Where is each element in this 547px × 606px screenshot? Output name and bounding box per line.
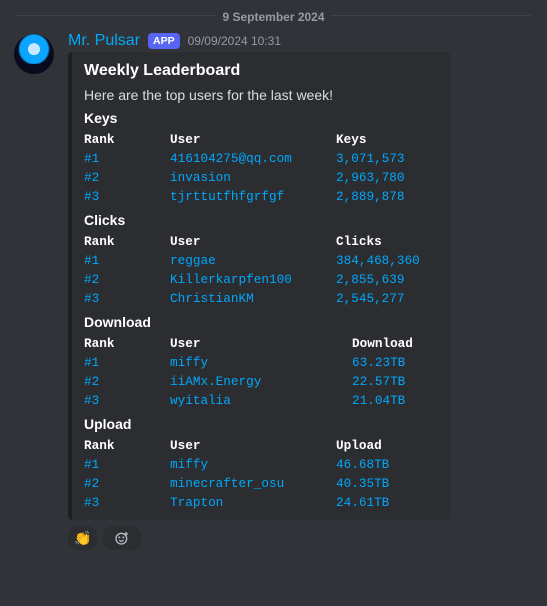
cell-rank: #1: [84, 251, 170, 270]
cell-user[interactable]: minecrafter_osu: [170, 474, 336, 493]
avatar[interactable]: [14, 34, 54, 74]
section-title-upload: Upload: [84, 416, 436, 432]
embed-title: Weekly Leaderboard: [84, 62, 436, 80]
reactions-bar: 👏: [68, 526, 450, 550]
table-upload: Rank User Upload #1 miffy 46.68TB #2 min…: [84, 436, 436, 512]
cell-user[interactable]: reggae: [170, 251, 336, 270]
cell-rank: #3: [84, 391, 170, 410]
table-header: Rank User Clicks: [84, 232, 436, 251]
author-name[interactable]: Mr. Pulsar: [68, 32, 140, 50]
table-keys: Rank User Keys #1 416104275@qq.com 3,071…: [84, 130, 436, 206]
section-title-clicks: Clicks: [84, 212, 436, 228]
cell-rank: #2: [84, 168, 170, 187]
cell-user[interactable]: invasion: [170, 168, 336, 187]
cell-user[interactable]: Killerkarpfen100: [170, 270, 336, 289]
message-header: Mr. Pulsar APP 09/09/2024 10:31: [68, 32, 450, 50]
smile-plus-icon: [114, 530, 130, 546]
clap-emoji-icon: 👏: [74, 530, 91, 547]
cell-user[interactable]: iiAMx.Energy: [170, 372, 352, 391]
add-reaction-button[interactable]: [103, 526, 141, 550]
col-rank: Rank: [84, 130, 170, 149]
cell-value: 2,963,780: [336, 168, 436, 187]
col-rank: Rank: [84, 334, 170, 353]
table-row: #3 wyitalia 21.04TB: [84, 391, 436, 410]
cell-rank: #1: [84, 353, 170, 372]
col-value: Clicks: [336, 232, 436, 251]
cell-rank: #1: [84, 455, 170, 474]
cell-user[interactable]: Trapton: [170, 493, 336, 512]
message-timestamp: 09/09/2024 10:31: [188, 34, 281, 48]
col-value: Upload: [336, 436, 436, 455]
table-row: #2 invasion 2,963,780: [84, 168, 436, 187]
table-row: #3 tjrttutfhfgrfgf 2,889,878: [84, 187, 436, 206]
section-title-keys: Keys: [84, 110, 436, 126]
date-divider: 9 September 2024: [16, 0, 531, 24]
cell-value: 2,889,878: [336, 187, 436, 206]
cell-rank: #2: [84, 474, 170, 493]
date-divider-label: 9 September 2024: [216, 10, 330, 24]
embed: Weekly Leaderboard Here are the top user…: [68, 52, 450, 520]
message-content: Mr. Pulsar APP 09/09/2024 10:31 Weekly L…: [68, 32, 450, 550]
col-rank: Rank: [84, 436, 170, 455]
col-rank: Rank: [84, 232, 170, 251]
cell-value: 21.04TB: [352, 391, 436, 410]
cell-value: 3,071,573: [336, 149, 436, 168]
cell-user[interactable]: miffy: [170, 353, 352, 372]
message: Mr. Pulsar APP 09/09/2024 10:31 Weekly L…: [0, 24, 547, 550]
col-value: Download: [352, 334, 436, 353]
table-header: Rank User Upload: [84, 436, 436, 455]
col-value: Keys: [336, 130, 436, 149]
table-download: Rank User Download #1 miffy 63.23TB #2 i…: [84, 334, 436, 410]
cell-value: 40.35TB: [336, 474, 436, 493]
cell-value: 63.23TB: [352, 353, 436, 372]
table-row: #2 minecrafter_osu 40.35TB: [84, 474, 436, 493]
col-user: User: [170, 130, 336, 149]
col-user: User: [170, 232, 336, 251]
embed-description: Here are the top users for the last week…: [84, 86, 436, 104]
table-row: #1 reggae 384,468,360: [84, 251, 436, 270]
col-user: User: [170, 436, 336, 455]
reaction-clap[interactable]: 👏: [68, 526, 97, 550]
table-row: #1 miffy 46.68TB: [84, 455, 436, 474]
table-clicks: Rank User Clicks #1 reggae 384,468,360 #…: [84, 232, 436, 308]
cell-value: 2,855,639: [336, 270, 436, 289]
table-row: #1 miffy 63.23TB: [84, 353, 436, 372]
cell-rank: #2: [84, 270, 170, 289]
cell-user[interactable]: ChristianKM: [170, 289, 336, 308]
cell-value: 2,545,277: [336, 289, 436, 308]
cell-user[interactable]: miffy: [170, 455, 336, 474]
table-row: #3 Trapton 24.61TB: [84, 493, 436, 512]
table-row: #2 iiAMx.Energy 22.57TB: [84, 372, 436, 391]
table-row: #2 Killerkarpfen100 2,855,639: [84, 270, 436, 289]
section-title-download: Download: [84, 314, 436, 330]
cell-value: 46.68TB: [336, 455, 436, 474]
cell-rank: #2: [84, 372, 170, 391]
cell-rank: #1: [84, 149, 170, 168]
cell-rank: #3: [84, 493, 170, 512]
table-row: #1 416104275@qq.com 3,071,573: [84, 149, 436, 168]
cell-value: 384,468,360: [336, 251, 436, 270]
cell-rank: #3: [84, 187, 170, 206]
cell-user[interactable]: wyitalia: [170, 391, 352, 410]
app-badge: APP: [148, 33, 180, 49]
table-header: Rank User Keys: [84, 130, 436, 149]
col-user: User: [170, 334, 352, 353]
cell-value: 22.57TB: [352, 372, 436, 391]
table-header: Rank User Download: [84, 334, 436, 353]
cell-value: 24.61TB: [336, 493, 436, 512]
cell-user[interactable]: 416104275@qq.com: [170, 149, 336, 168]
cell-rank: #3: [84, 289, 170, 308]
table-row: #3 ChristianKM 2,545,277: [84, 289, 436, 308]
cell-user[interactable]: tjrttutfhfgrfgf: [170, 187, 336, 206]
